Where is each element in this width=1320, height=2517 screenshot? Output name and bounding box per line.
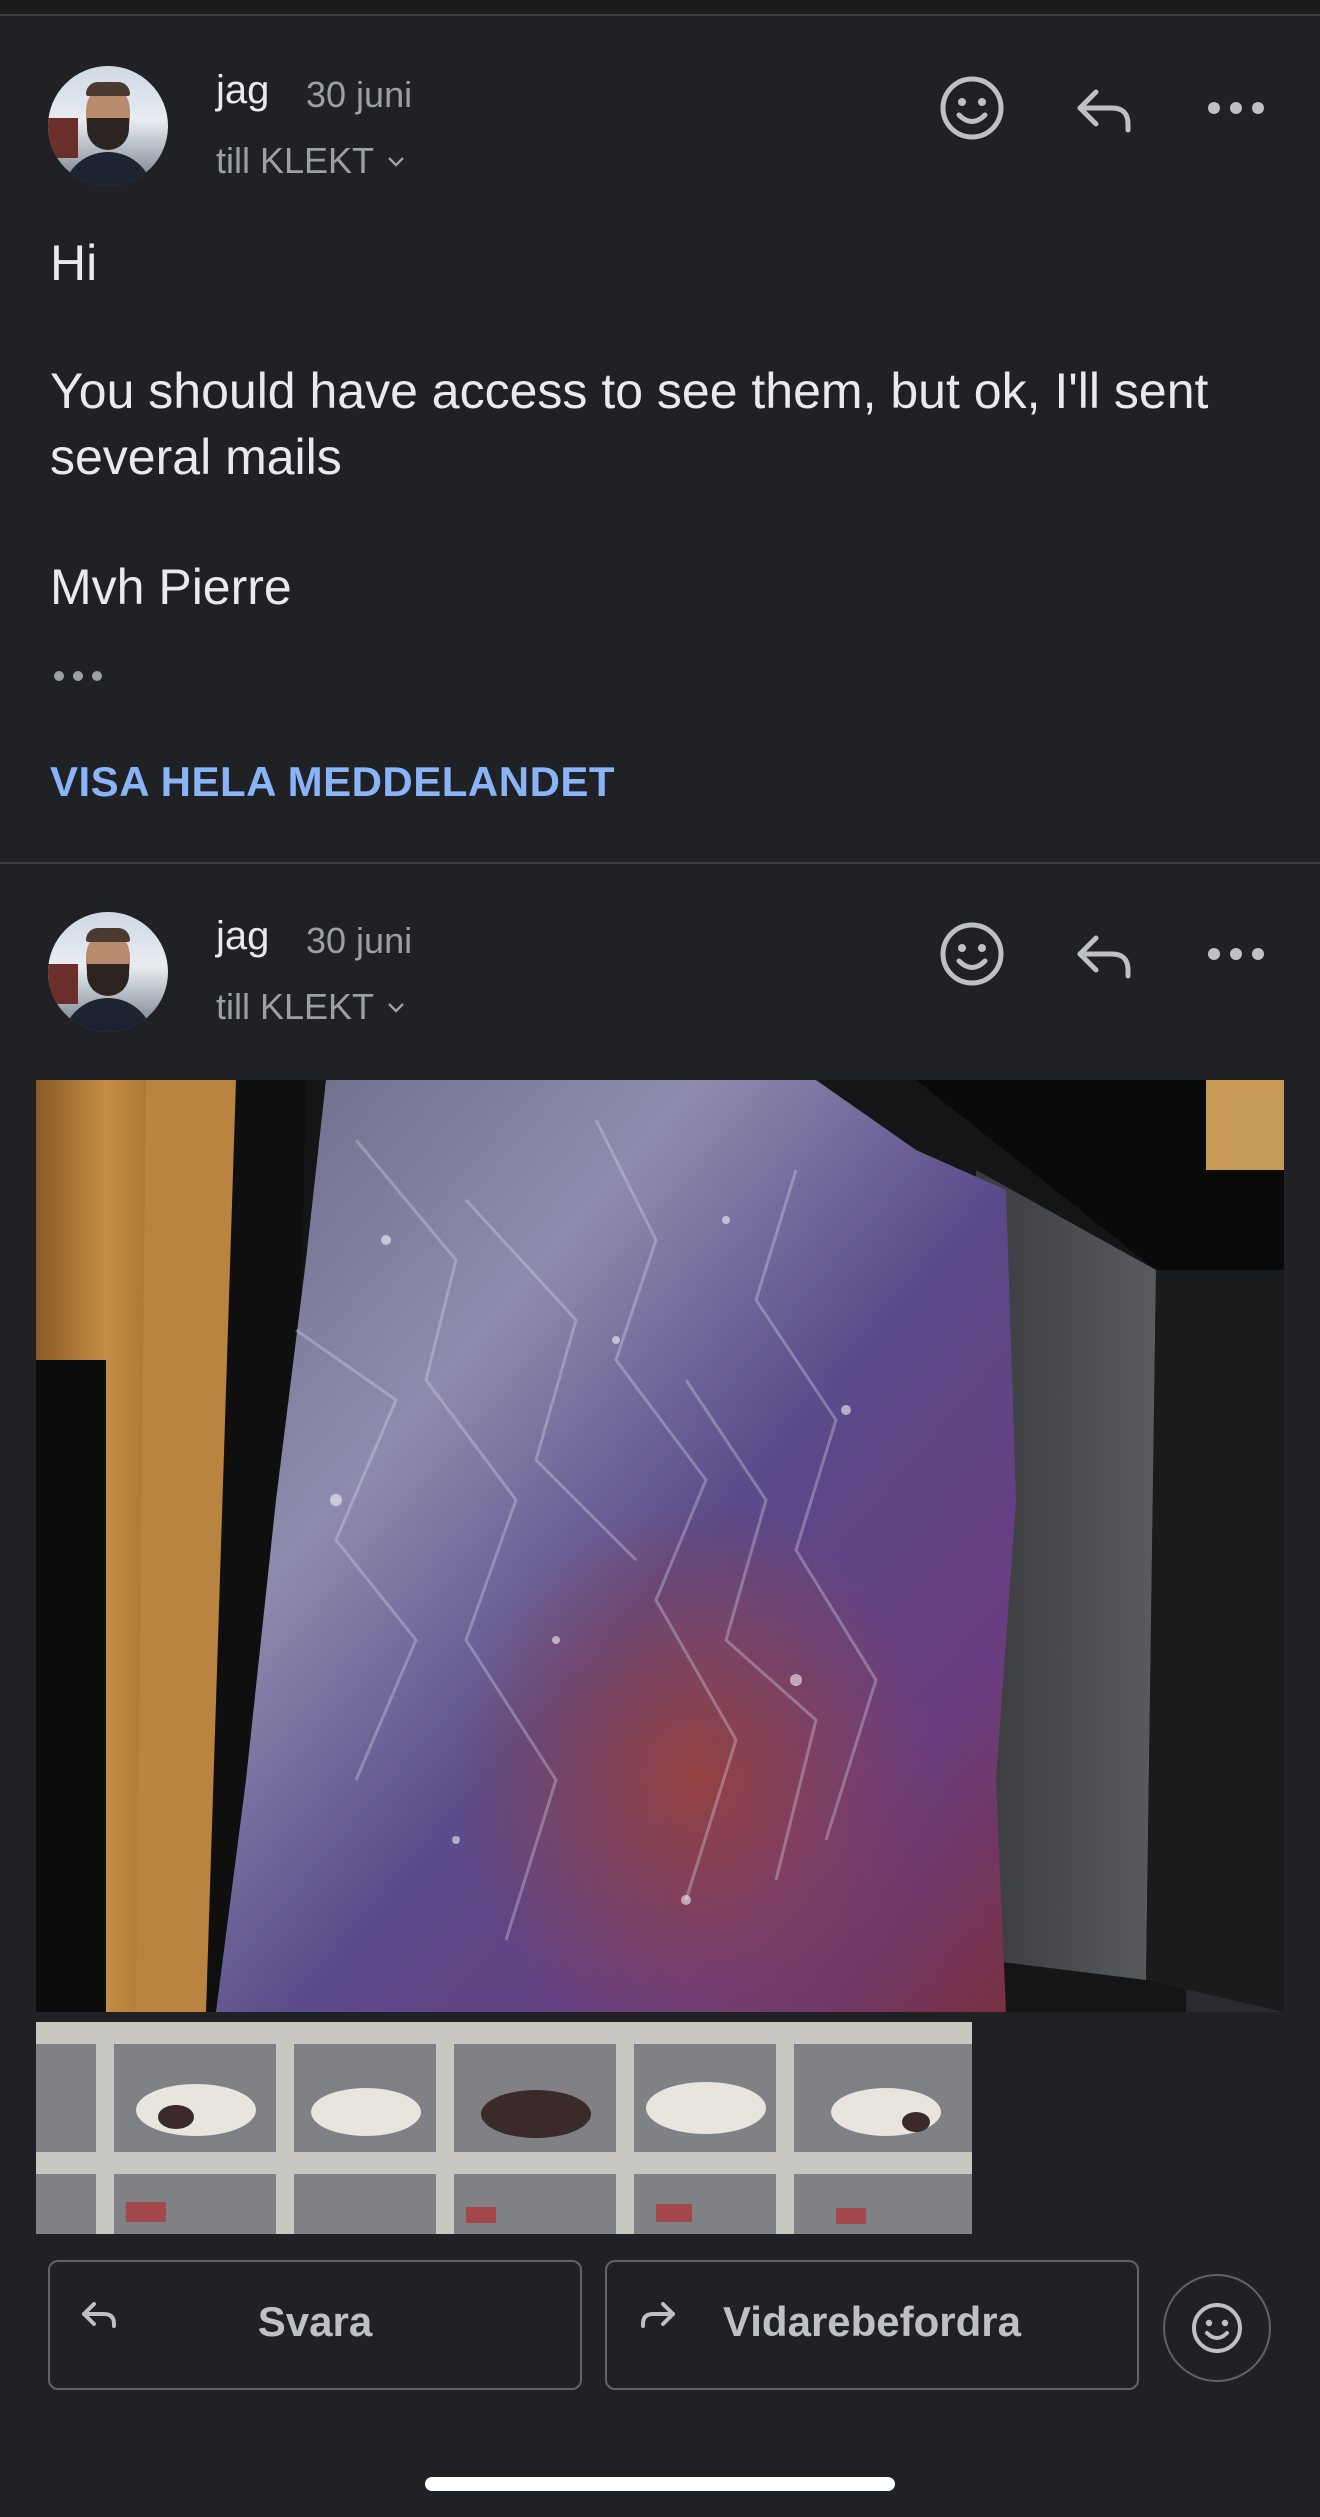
photo-content bbox=[36, 1080, 1284, 2012]
top-bar-edge bbox=[0, 0, 1320, 16]
recipient-dropdown[interactable]: till KLEKT bbox=[216, 140, 406, 182]
emoji-reaction-button[interactable] bbox=[1163, 2274, 1271, 2382]
chevron-down-icon bbox=[388, 1003, 404, 1013]
more-icon[interactable] bbox=[1200, 918, 1272, 990]
forward-button[interactable]: Vidarebefordra bbox=[605, 2260, 1139, 2390]
message-date: 30 juni bbox=[306, 74, 413, 115]
sender-name: jag bbox=[216, 914, 270, 958]
emoji-icon bbox=[1192, 2303, 1242, 2353]
show-full-message-link[interactable]: VISA HELA MEDDELANDET bbox=[50, 758, 615, 806]
chevron-down-icon bbox=[388, 157, 404, 167]
message-divider bbox=[0, 862, 1320, 864]
message-header[interactable]: jag 30 juni till KLEKT bbox=[0, 66, 1320, 196]
reply-button-label: Svara bbox=[257, 2298, 373, 2345]
forward-button-label: Vidarebefordra bbox=[723, 2298, 1021, 2345]
recipient-label: till KLEKT bbox=[216, 986, 375, 1027]
attachment-photo[interactable] bbox=[36, 2022, 972, 2234]
sender-name: jag bbox=[216, 68, 270, 112]
trimmed-content-icon[interactable] bbox=[50, 664, 110, 688]
reply-button[interactable]: Svara bbox=[48, 2260, 582, 2390]
avatar[interactable] bbox=[48, 66, 168, 186]
home-indicator[interactable] bbox=[425, 2477, 895, 2491]
message-greeting: Hi bbox=[50, 235, 98, 291]
attachment-photo[interactable] bbox=[36, 1080, 1284, 2012]
emoji-icon[interactable] bbox=[936, 72, 1008, 144]
message-header[interactable]: jag 30 juni till KLEKT bbox=[0, 912, 1320, 1042]
photo-content bbox=[36, 2022, 972, 2234]
reply-icon[interactable] bbox=[1068, 72, 1140, 144]
message-date: 30 juni bbox=[306, 920, 413, 961]
message-signature: Mvh Pierre bbox=[50, 559, 292, 615]
message-body: You should have access to see them, but … bbox=[50, 363, 1209, 485]
emoji-icon[interactable] bbox=[936, 918, 1008, 990]
reply-icon[interactable] bbox=[1068, 918, 1140, 990]
recipient-label: till KLEKT bbox=[216, 140, 375, 181]
recipient-dropdown[interactable]: till KLEKT bbox=[216, 986, 406, 1028]
more-icon[interactable] bbox=[1200, 72, 1272, 144]
avatar[interactable] bbox=[48, 912, 168, 1032]
